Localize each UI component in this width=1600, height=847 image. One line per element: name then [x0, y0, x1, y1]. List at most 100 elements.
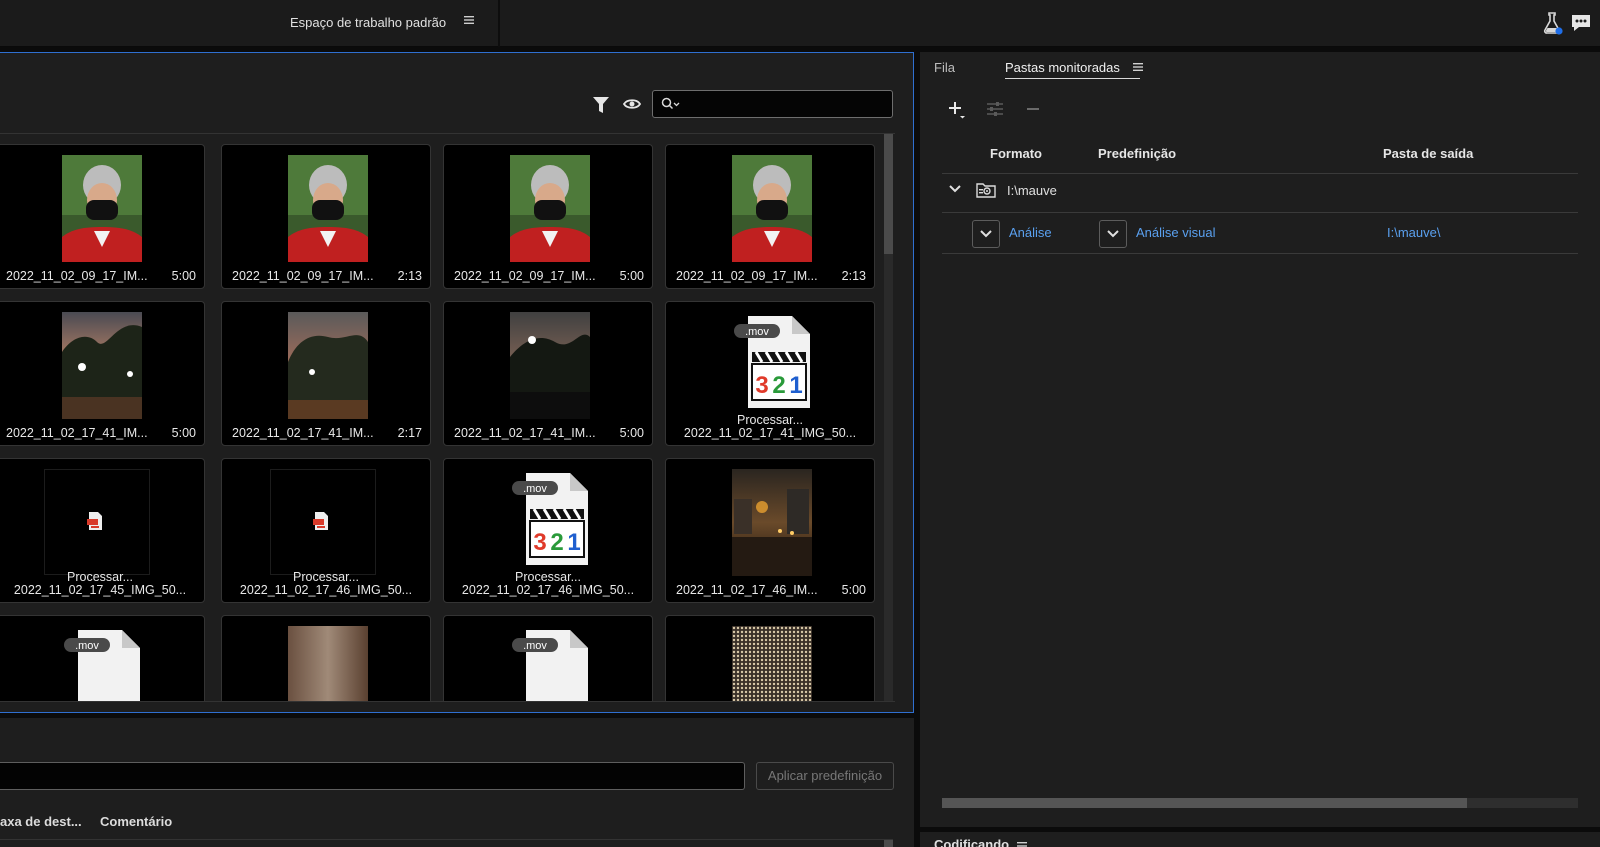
tile-filename: 2022_11_02_17_41_IM... [232, 426, 374, 440]
chevron-down-icon [1107, 230, 1119, 238]
badge-digit: 1 [567, 529, 580, 556]
media-tile[interactable]: 2022_11_02_09_17_IM... 2:13 [665, 144, 875, 289]
queue-options-panel: Aplicar predefinição axa de dest... Come… [0, 718, 914, 847]
horizontal-scrollbar[interactable] [942, 798, 1578, 808]
tile-duration: 2:13 [397, 269, 422, 283]
column-header-format[interactable]: Formato [990, 146, 1042, 161]
tile-filename: 2022_11_02_17_45_IMG_50... [13, 583, 187, 597]
tile-duration: 5:00 [619, 426, 644, 440]
badge-digit: 3 [755, 372, 768, 399]
scrollbar-thumb[interactable] [884, 840, 893, 847]
beta-lab-icon[interactable] [1540, 11, 1564, 35]
dusk-thumbnail [62, 312, 142, 419]
media-tile[interactable]: .mov 3 2 1 Processar... 2022_11_02_17_41… [665, 301, 875, 446]
mov-file-icon: .mov 3 2 1 [734, 316, 810, 408]
tile-filename: 2022_11_02_09_17_IM... [232, 269, 374, 283]
tile-duration: 2:17 [397, 426, 422, 440]
portrait-thumbnail [288, 155, 368, 262]
media-tile[interactable] [221, 615, 431, 701]
tile-filename: 2022_11_02_17_46_IMG_50... [461, 583, 635, 597]
media-tile[interactable]: 2022_11_02_17_41_IM... 5:00 [0, 301, 205, 446]
divider [942, 212, 1578, 213]
filter-icon[interactable] [593, 96, 609, 114]
format-dropdown-button[interactable] [972, 220, 1000, 248]
tile-duration: 5:00 [171, 426, 196, 440]
media-tile[interactable]: .mov [443, 615, 653, 701]
media-tile[interactable]: 2022_11_02_17_41_IM... 2:17 [221, 301, 431, 446]
tile-status: Processar... [67, 570, 133, 584]
workspace-menu-icon[interactable] [463, 14, 475, 26]
media-tile[interactable]: 2022_11_02_09_17_IM... 5:00 [443, 144, 653, 289]
feedback-icon[interactable] [1569, 11, 1593, 35]
column-header-preset[interactable]: Predefinição [1098, 146, 1176, 161]
mov-ext-label: .mov [523, 640, 547, 652]
media-browser-panel: 2022_11_02_09_17_IM... 5:00 2022_11_02_0… [0, 52, 914, 713]
media-tile[interactable]: Processar... 2022_11_02_17_45_IMG_50... [0, 458, 205, 603]
portrait-thumbnail [62, 155, 142, 262]
portrait-thumbnail [510, 155, 590, 262]
column-header-destination[interactable]: axa de dest... [0, 814, 82, 829]
media-tile[interactable] [665, 615, 875, 701]
scrollbar-thumb[interactable] [942, 798, 1467, 808]
tile-filename: 2022_11_02_17_41_IM... [454, 426, 596, 440]
divider [942, 253, 1578, 254]
scrollbar-thumb[interactable] [884, 134, 893, 254]
media-tile[interactable]: 2022_11_02_09_17_IM... 2:13 [221, 144, 431, 289]
panel-menu-icon[interactable] [1016, 840, 1028, 847]
tile-duration: 2:13 [841, 269, 866, 283]
eye-icon[interactable] [623, 97, 641, 111]
mov-file-icon: .mov [512, 630, 588, 701]
watch-folders-panel: Fila Pastas monitoradas Formato Predefin… [920, 52, 1600, 827]
mesh-thumbnail [732, 626, 812, 701]
media-tile[interactable]: 2022_11_02_17_41_IM... 5:00 [443, 301, 653, 446]
tile-filename: 2022_11_02_09_17_IM... [6, 269, 148, 283]
preset-link[interactable]: Análise visual [1136, 225, 1216, 240]
output-folder-link[interactable]: I:\mauve\ [1387, 225, 1440, 240]
search-icon [661, 97, 680, 110]
chevron-down-icon [980, 230, 992, 238]
blurred-thumbnail [288, 626, 368, 701]
tile-filename: 2022_11_02_17_46_IMG_50... [239, 583, 413, 597]
media-grid: 2022_11_02_09_17_IM... 5:00 2022_11_02_0… [0, 134, 884, 701]
divider [0, 701, 895, 702]
workspace-label[interactable]: Espaço de trabalho padrão [290, 15, 446, 30]
media-tile[interactable]: Processar... 2022_11_02_17_46_IMG_50... [221, 458, 431, 603]
media-tile[interactable]: 2022_11_02_09_17_IM... 5:00 [0, 144, 205, 289]
badge-digit: 3 [533, 529, 546, 556]
tab-queue[interactable]: Fila [934, 60, 955, 75]
badge-digit: 1 [789, 372, 802, 399]
preset-dropdown-button[interactable] [1099, 220, 1127, 248]
apply-preset-button[interactable]: Aplicar predefinição [756, 762, 894, 790]
panel-menu-icon[interactable] [1132, 61, 1144, 73]
media-tile[interactable]: .mov [0, 615, 205, 701]
tile-filename: 2022_11_02_09_17_IM... [676, 269, 818, 283]
preset-field[interactable] [0, 762, 745, 790]
badge-digit: 2 [772, 372, 785, 399]
tile-duration: 5:00 [171, 269, 196, 283]
encoding-panel-title[interactable]: Codificando [934, 837, 1009, 847]
format-link[interactable]: Análise [1009, 225, 1052, 240]
search-input[interactable] [652, 90, 893, 118]
mov-ext-label: .mov [523, 483, 547, 495]
dusk-thumbnail [288, 312, 368, 419]
badge-digit: 2 [550, 529, 563, 556]
media-tile[interactable]: 2022_11_02_17_46_IM... 5:00 [665, 458, 875, 603]
column-header-output[interactable]: Pasta de saída [1383, 146, 1473, 161]
add-icon[interactable] [948, 100, 966, 120]
tab-watch-folders[interactable]: Pastas monitoradas [1005, 60, 1120, 75]
tile-filename: 2022_11_02_17_46_IM... [676, 583, 818, 597]
encoding-panel-header: Codificando [920, 832, 1600, 847]
watch-folder-path[interactable]: I:\mauve [1007, 183, 1057, 198]
night-thumbnail [732, 469, 812, 576]
tile-status: Processar... [293, 570, 359, 584]
column-header-comment[interactable]: Comentário [100, 814, 172, 829]
settings-sliders-icon [987, 102, 1003, 116]
mov-ext-label: .mov [745, 326, 769, 338]
grid-scrollbar[interactable] [884, 134, 893, 701]
tile-filename: 2022_11_02_17_41_IM... [6, 426, 148, 440]
mov-file-icon: .mov [64, 630, 140, 701]
active-tab-indicator [1005, 78, 1140, 79]
media-tile[interactable]: .mov 3 2 1 Processar... 2022_11_02_17_46… [443, 458, 653, 603]
tile-duration: 5:00 [841, 583, 866, 597]
chevron-down-icon[interactable] [948, 182, 962, 196]
